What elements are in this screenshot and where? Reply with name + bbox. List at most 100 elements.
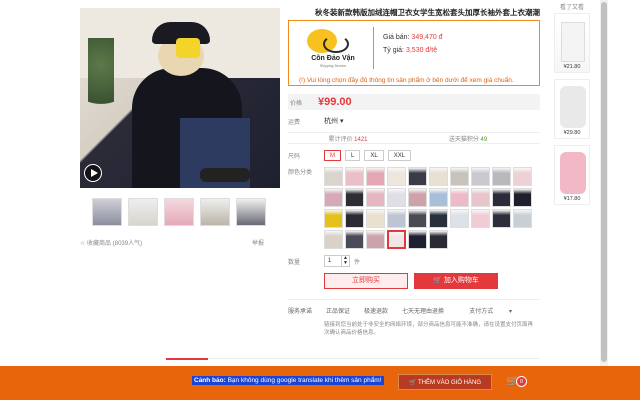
price-vnd-label: Giá bán: [383, 34, 410, 41]
play-video-icon[interactable] [84, 164, 102, 182]
vnd-prices: Giá bán: 349,470 đ Tỷ giá: 3,530 đ/tệ [383, 31, 443, 57]
payment-select[interactable]: 支付方式 ▾ [469, 306, 526, 315]
color-swatch[interactable] [429, 167, 448, 186]
color-swatch[interactable] [345, 230, 364, 249]
color-swatch[interactable] [492, 167, 511, 186]
quantity-input[interactable]: 1 [324, 255, 342, 267]
service-item[interactable]: 七天无理由退换 [402, 306, 444, 315]
color-swatch[interactable] [345, 188, 364, 207]
product-info: 秋冬装新款韩版加绒连帽卫衣女学生宽松套头加厚长袖外套上衣潮潮 Côn Đảo V… [288, 8, 540, 337]
quantity-stepper: 1 ▲ ▼ [324, 255, 350, 267]
color-swatch[interactable] [429, 209, 448, 228]
service-item[interactable]: 正品保证 [326, 306, 350, 315]
thumbnail[interactable] [200, 198, 230, 226]
divider [373, 27, 374, 69]
active-tab[interactable] [166, 358, 208, 366]
action-buttons: 立即购买 🛒 加入购物车 [324, 273, 540, 289]
color-swatch[interactable] [450, 209, 469, 228]
size-option[interactable]: XXL [387, 150, 412, 161]
quantity-row: 数量 1 ▲ ▼ 件 [288, 255, 540, 267]
color-swatch[interactable] [492, 188, 511, 207]
color-swatch[interactable] [387, 188, 406, 207]
color-swatch[interactable] [366, 209, 385, 228]
thumbnail[interactable] [128, 198, 158, 226]
favorite-bar: ☆ 收藏商品 (8039人气) 举报 [80, 238, 280, 247]
item-price: ¥17.80 [563, 196, 581, 202]
color-swatch[interactable] [429, 230, 448, 249]
color-swatch[interactable] [471, 188, 490, 207]
color-swatches [324, 167, 532, 249]
vendor-logo: Côn Đảo Vận Shipping Service [299, 27, 363, 75]
image-plant [88, 38, 114, 128]
product-main-image[interactable] [80, 8, 280, 188]
recommend-item[interactable]: ¥29.80 [554, 79, 590, 139]
cart-icon: 🛒 [433, 277, 442, 284]
color-swatch[interactable] [513, 209, 532, 228]
color-swatch[interactable] [366, 230, 385, 249]
chevron-down-icon: ▾ [508, 309, 512, 315]
color-swatch[interactable] [366, 188, 385, 207]
color-swatch[interactable] [324, 230, 343, 249]
size-option[interactable]: M [324, 150, 341, 161]
color-swatch[interactable] [387, 209, 406, 228]
color-label: 颜色分类 [288, 170, 313, 176]
color-swatch[interactable] [408, 188, 427, 207]
color-swatch[interactable] [387, 230, 406, 249]
quantity-arrows[interactable]: ▲ ▼ [342, 255, 350, 267]
item-image [561, 22, 585, 62]
cart-count-badge: 0 [516, 376, 527, 387]
recommend-item[interactable]: ¥17.80 [554, 145, 590, 205]
thumbnail[interactable] [236, 198, 266, 226]
favorite-button[interactable]: ☆ 收藏商品 (8039人气) [80, 238, 142, 247]
color-swatch[interactable] [345, 209, 364, 228]
vendor-price-box: Côn Đảo Vận Shipping Service Giá bán: 34… [288, 20, 540, 86]
recommend-sidebar: 看了又看 ¥21.80 ¥29.80 ¥17.80 [554, 2, 590, 211]
color-swatch[interactable] [324, 188, 343, 207]
scrollbar[interactable] [600, 0, 608, 400]
color-swatch[interactable] [324, 167, 343, 186]
size-label: 尺码 [288, 154, 301, 160]
color-swatch[interactable] [345, 167, 364, 186]
cart-icon: 🛒 [408, 380, 417, 386]
service-item[interactable]: 极速退款 [364, 306, 388, 315]
color-swatch[interactable] [450, 188, 469, 207]
price-label: 价格 [290, 100, 303, 107]
thumbnail[interactable] [92, 198, 122, 226]
addon-add-cart-button[interactable]: 🛒 THÊM VÀO GIỎ HÀNG [398, 374, 492, 390]
color-swatch[interactable] [408, 167, 427, 186]
item-price: ¥29.80 [563, 130, 581, 136]
add-to-cart-button[interactable]: 🛒 加入购物车 [414, 273, 498, 289]
addon-footer-bar: Cảnh báo: Bạn không dùng google translat… [0, 366, 640, 400]
warning-text: Bạn không dùng google translate khi thêm… [225, 377, 382, 384]
color-swatch[interactable] [471, 209, 490, 228]
color-swatch[interactable] [513, 167, 532, 186]
chevron-down-icon: ▾ [339, 118, 344, 125]
favorite-count: (8039人气) [112, 241, 143, 247]
logo-subtitle: Shipping Service [319, 64, 347, 68]
color-swatch[interactable] [513, 188, 532, 207]
quantity-label: 数量 [288, 259, 301, 266]
color-swatch[interactable] [387, 167, 406, 186]
color-swatch[interactable] [408, 209, 427, 228]
color-swatch[interactable] [450, 167, 469, 186]
item-image [560, 86, 586, 128]
color-swatch[interactable] [429, 188, 448, 207]
region-value: 杭州 [324, 118, 338, 125]
reviews-label: 累计评价 [328, 136, 353, 143]
scroll-thumb[interactable] [601, 2, 607, 362]
recommend-item[interactable]: ¥21.80 [554, 13, 590, 73]
thumbnail-strip [80, 198, 280, 226]
color-swatch[interactable] [471, 167, 490, 186]
price-vnd: 349,470 đ [411, 34, 443, 41]
color-swatch[interactable] [408, 230, 427, 249]
thumbnail[interactable] [164, 198, 194, 226]
reviews-stat[interactable]: 累计评价 1421 [288, 134, 408, 143]
region-select[interactable]: 杭州 ▾ [324, 116, 343, 126]
size-option[interactable]: XL [364, 150, 384, 161]
buy-now-button[interactable]: 立即购买 [324, 273, 408, 289]
color-swatch[interactable] [366, 167, 385, 186]
report-link[interactable]: 举报 [252, 238, 264, 247]
color-swatch[interactable] [324, 209, 343, 228]
color-swatch[interactable] [492, 209, 511, 228]
size-option[interactable]: L [345, 150, 361, 161]
